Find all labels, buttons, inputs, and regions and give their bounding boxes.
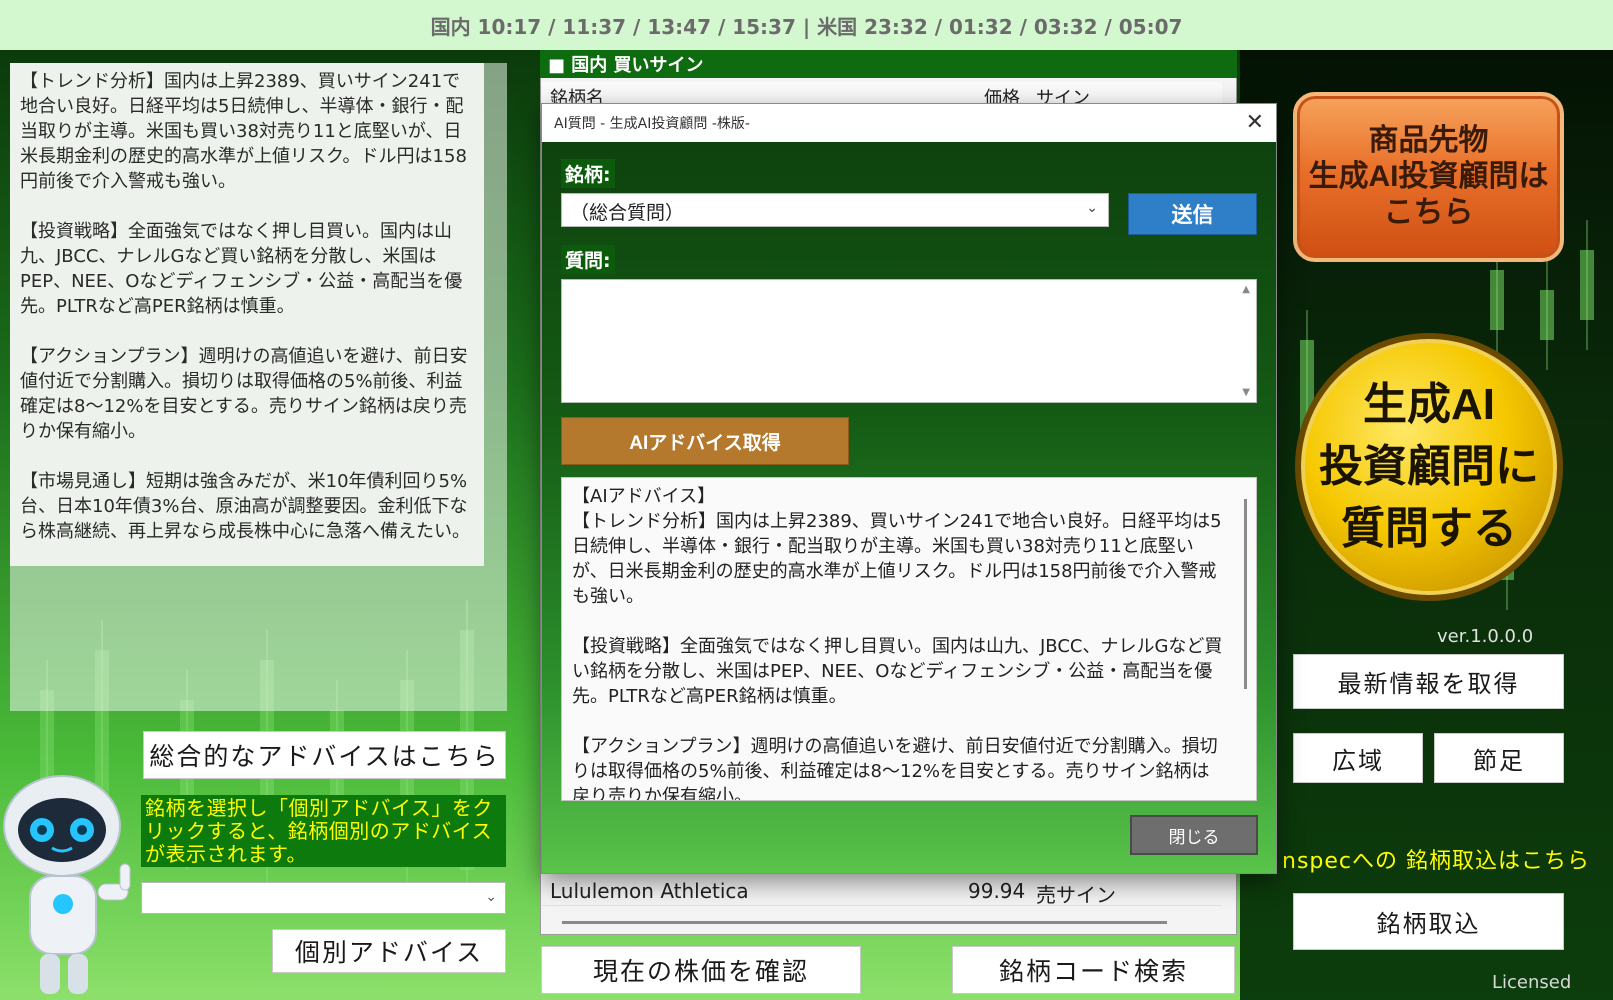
stock-select[interactable]: ⌄ — [141, 882, 506, 914]
answer-scrollbar[interactable] — [1244, 499, 1247, 689]
question-input[interactable]: ▲ ▼ — [561, 279, 1257, 403]
advice-hint-text: 銘柄を選択し「個別アドバイス」をクリックすると、銘柄個別のアドバイスが表示されま… — [141, 795, 506, 867]
chevron-down-icon: ⌄ — [1086, 200, 1098, 216]
import-hint-link[interactable]: nspecへの 銘柄取込はこちら — [1282, 843, 1590, 875]
candlestick-button[interactable]: 節足 — [1434, 733, 1564, 783]
dialog-stock-select[interactable]: （総合質問） ⌄ — [561, 193, 1109, 227]
scroll-up-icon[interactable]: ▲ — [1242, 284, 1250, 295]
commodity-line-1: 商品先物 — [1368, 124, 1489, 157]
version-label: ver.1.0.0.0 — [1437, 626, 1534, 647]
commodity-line-2: 生成AI投資顧問は — [1308, 160, 1549, 193]
close-button[interactable]: 閉じる — [1130, 815, 1258, 855]
individual-advice-button[interactable]: 個別アドバイス — [272, 929, 506, 973]
send-button[interactable]: 送信 — [1128, 193, 1257, 235]
ask-ai-advisor-button[interactable]: 生成AI 投資顧問に 質問する — [1295, 333, 1563, 601]
stock-price: 99.94 — [968, 879, 1026, 903]
chevron-down-icon: ⌄ — [485, 889, 497, 905]
market-analysis-text: 【トレンド分析】国内は上昇2389、買いサイン241で地合い良好。日経平均は5日… — [10, 63, 484, 566]
get-ai-advice-button[interactable]: AIアドバイス取得 — [561, 417, 849, 465]
stock-name: Lululemon Athletica — [550, 879, 749, 903]
overall-advice-button[interactable]: 総合的なアドバイスはこちら — [143, 731, 506, 779]
import-stocks-button[interactable]: 銘柄取込 — [1293, 893, 1564, 950]
scroll-down-icon[interactable]: ▼ — [1242, 387, 1250, 398]
stock-sign: 売サイン — [1036, 883, 1116, 907]
question-label: 質問: — [561, 245, 615, 274]
ai-line-2: 投資顧問に — [1319, 442, 1539, 491]
license-status: Licensed — [1492, 972, 1572, 993]
stock-label: 銘柄: — [561, 159, 615, 188]
dialog-title: AI質問 - 生成AI投資顧問 -株版- — [554, 116, 750, 132]
list-title: ■ 国内 買いサイン — [540, 50, 1237, 78]
fetch-latest-button[interactable]: 最新情報を取得 — [1293, 654, 1564, 709]
commodity-ai-button[interactable]: 商品先物 生成AI投資顧問は こちら — [1293, 92, 1564, 262]
robot-mascot-icon — [3, 775, 131, 994]
close-icon[interactable]: ✕ — [1246, 110, 1264, 135]
dialog-titlebar[interactable]: AI質問 - 生成AI投資顧問 -株版- ✕ — [542, 104, 1276, 142]
check-price-button[interactable]: 現在の株価を確認 — [541, 946, 861, 994]
dialog-stock-value: （総合質問） — [570, 202, 685, 224]
ai-question-dialog: AI質問 - 生成AI投資顧問 -株版- ✕ 銘柄: （総合質問） ⌄ 送信 質… — [541, 103, 1277, 874]
ai-line-1: 生成AI — [1363, 380, 1495, 429]
market-time-bar: 国内 10:17 / 11:37 / 13:47 / 15:37 | 米国 23… — [0, 0, 1613, 50]
ai-line-3: 質問する — [1341, 504, 1517, 553]
horizontal-scrollbar[interactable] — [562, 921, 1167, 924]
code-search-button[interactable]: 銘柄コード検索 — [952, 946, 1235, 994]
list-item[interactable]: Lululemon Athletica 99.94 売サイン — [542, 876, 1222, 907]
ai-answer-text: 【AIアドバイス】 【トレンド分析】国内は上昇2389、買いサイン241で地合い… — [561, 477, 1257, 801]
commodity-line-3: こちら — [1383, 196, 1474, 229]
wide-area-button[interactable]: 広域 — [1293, 733, 1423, 783]
